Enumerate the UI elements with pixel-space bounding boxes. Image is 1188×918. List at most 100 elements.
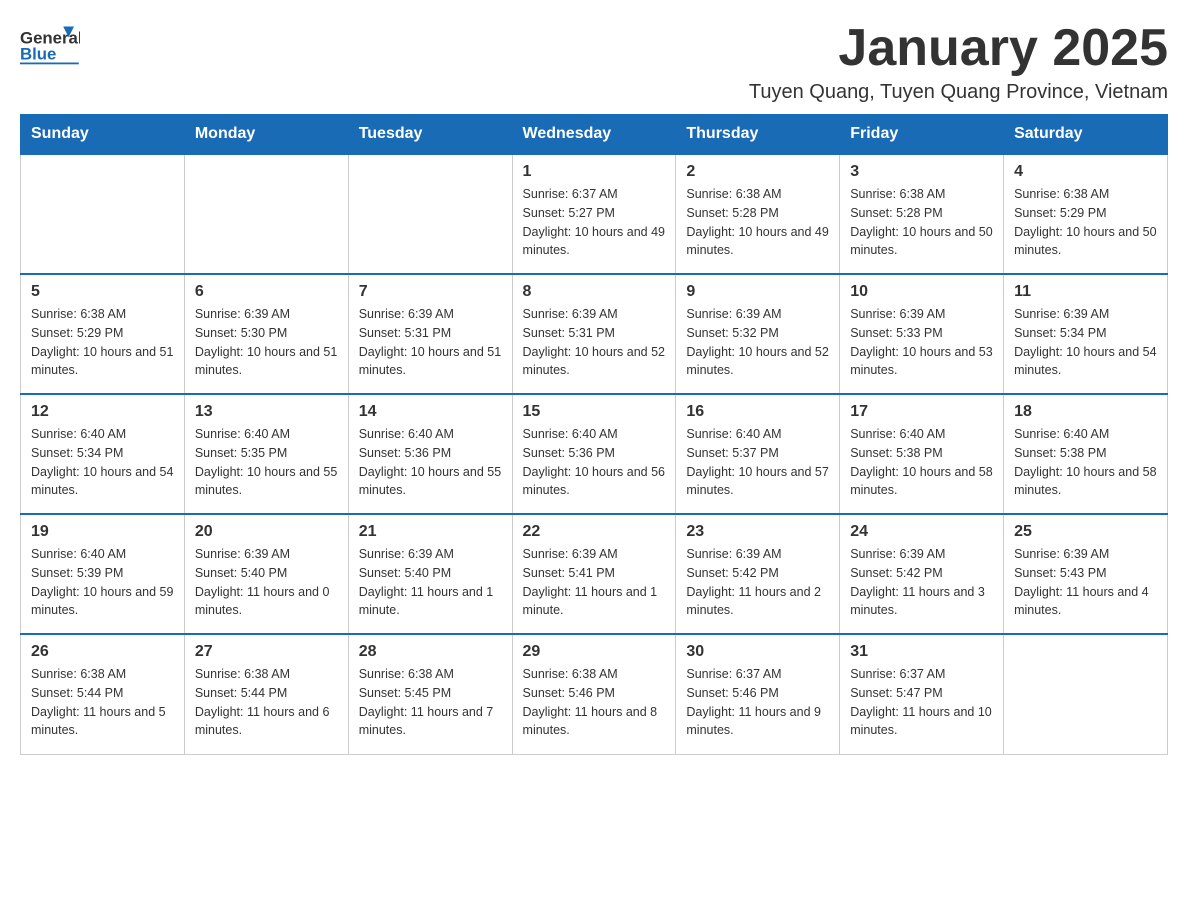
day-info: Sunrise: 6:39 AMSunset: 5:31 PMDaylight:… bbox=[359, 305, 502, 380]
day-number: 8 bbox=[523, 283, 666, 301]
calendar-cell: 29 Sunrise: 6:38 AMSunset: 5:46 PMDayligh… bbox=[512, 634, 676, 754]
day-info: Sunrise: 6:39 AMSunset: 5:31 PMDaylight:… bbox=[523, 305, 666, 380]
day-number: 29 bbox=[523, 643, 666, 661]
calendar-week-row: 5 Sunrise: 6:38 AMSunset: 5:29 PMDaylight… bbox=[21, 274, 1168, 394]
day-info: Sunrise: 6:38 AMSunset: 5:28 PMDaylight:… bbox=[686, 185, 829, 260]
day-number: 22 bbox=[523, 523, 666, 541]
day-info: Sunrise: 6:39 AMSunset: 5:41 PMDaylight:… bbox=[523, 545, 666, 620]
day-info: Sunrise: 6:40 AMSunset: 5:36 PMDaylight:… bbox=[359, 425, 502, 500]
calendar-week-row: 12 Sunrise: 6:40 AMSunset: 5:34 PMDayligh… bbox=[21, 394, 1168, 514]
day-number: 19 bbox=[31, 523, 174, 541]
calendar-cell: 7Sunrise: 6:39 AMSunset: 5:31 PMDaylight… bbox=[348, 274, 512, 394]
day-number: 1 bbox=[523, 163, 666, 181]
title-block: January 2025 Tuyen Quang, Tuyen Quang Pr… bbox=[749, 20, 1168, 104]
calendar-week-row: 19Sunrise: 6:40 AMSunset: 5:39 PMDayligh… bbox=[21, 514, 1168, 634]
day-number: 4 bbox=[1014, 163, 1157, 181]
page-header: General Blue January 2025 Tuyen Quang, T… bbox=[20, 20, 1168, 104]
day-info: Sunrise: 6:38 AMSunset: 5:29 PMDaylight:… bbox=[1014, 185, 1157, 260]
weekday-header-wednesday: Wednesday bbox=[512, 115, 676, 155]
day-number: 2 bbox=[686, 163, 829, 181]
day-number: 30 bbox=[686, 643, 829, 661]
day-info: Sunrise: 6:40 AMSunset: 5:34 PMDaylight:… bbox=[31, 425, 174, 500]
day-number: 16 bbox=[686, 403, 829, 421]
day-info: Sunrise: 6:40 AMSunset: 5:38 PMDaylight:… bbox=[850, 425, 993, 500]
weekday-header-thursday: Thursday bbox=[676, 115, 840, 155]
day-number: 3 bbox=[850, 163, 993, 181]
calendar-cell: 22 Sunrise: 6:39 AMSunset: 5:41 PMDayligh… bbox=[512, 514, 676, 634]
day-number: 25 bbox=[1014, 523, 1157, 541]
calendar-cell bbox=[348, 154, 512, 274]
day-number: 5 bbox=[31, 283, 174, 301]
calendar-header: SundayMondayTuesdayWednesdayThursdayFrid… bbox=[21, 115, 1168, 155]
calendar-cell bbox=[1004, 634, 1168, 754]
calendar-cell: 19Sunrise: 6:40 AMSunset: 5:39 PMDayligh… bbox=[21, 514, 185, 634]
day-info: Sunrise: 6:38 AMSunset: 5:45 PMDaylight:… bbox=[359, 665, 502, 740]
calendar-cell: 2 Sunrise: 6:38 AMSunset: 5:28 PMDaylight… bbox=[676, 154, 840, 274]
day-info: Sunrise: 6:40 AMSunset: 5:35 PMDaylight:… bbox=[195, 425, 338, 500]
calendar-cell: 9Sunrise: 6:39 AMSunset: 5:32 PMDaylight… bbox=[676, 274, 840, 394]
calendar-cell: 15 Sunrise: 6:40 AMSunset: 5:36 PMDayligh… bbox=[512, 394, 676, 514]
day-info: Sunrise: 6:38 AMSunset: 5:46 PMDaylight:… bbox=[523, 665, 666, 740]
day-number: 13 bbox=[195, 403, 338, 421]
day-info: Sunrise: 6:40 AMSunset: 5:38 PMDaylight:… bbox=[1014, 425, 1157, 500]
calendar-cell: 23Sunrise: 6:39 AMSunset: 5:42 PMDayligh… bbox=[676, 514, 840, 634]
calendar-body: 1Sunrise: 6:37 AMSunset: 5:27 PMDaylight… bbox=[21, 154, 1168, 754]
day-info: Sunrise: 6:37 AMSunset: 5:46 PMDaylight:… bbox=[686, 665, 829, 740]
day-info: Sunrise: 6:39 AMSunset: 5:30 PMDaylight:… bbox=[195, 305, 338, 380]
calendar-cell: 30 Sunrise: 6:37 AMSunset: 5:46 PMDayligh… bbox=[676, 634, 840, 754]
calendar-cell: 13 Sunrise: 6:40 AMSunset: 5:35 PMDayligh… bbox=[184, 394, 348, 514]
calendar-cell: 31Sunrise: 6:37 AMSunset: 5:47 PMDayligh… bbox=[840, 634, 1004, 754]
day-number: 14 bbox=[359, 403, 502, 421]
calendar-cell: 11 Sunrise: 6:39 AMSunset: 5:34 PMDayligh… bbox=[1004, 274, 1168, 394]
calendar-cell: 28Sunrise: 6:38 AMSunset: 5:45 PMDayligh… bbox=[348, 634, 512, 754]
calendar-cell: 18Sunrise: 6:40 AMSunset: 5:38 PMDayligh… bbox=[1004, 394, 1168, 514]
calendar-week-row: 1Sunrise: 6:37 AMSunset: 5:27 PMDaylight… bbox=[21, 154, 1168, 274]
day-number: 26 bbox=[31, 643, 174, 661]
calendar-cell: 6 Sunrise: 6:39 AMSunset: 5:30 PMDaylight… bbox=[184, 274, 348, 394]
main-title: January 2025 bbox=[749, 20, 1168, 77]
weekday-header-friday: Friday bbox=[840, 115, 1004, 155]
day-number: 24 bbox=[850, 523, 993, 541]
day-info: Sunrise: 6:39 AMSunset: 5:43 PMDaylight:… bbox=[1014, 545, 1157, 620]
logo: General Blue bbox=[20, 20, 80, 75]
day-number: 12 bbox=[31, 403, 174, 421]
calendar-week-row: 26 Sunrise: 6:38 AMSunset: 5:44 PMDayligh… bbox=[21, 634, 1168, 754]
day-info: Sunrise: 6:39 AMSunset: 5:33 PMDaylight:… bbox=[850, 305, 993, 380]
calendar-cell: 14 Sunrise: 6:40 AMSunset: 5:36 PMDayligh… bbox=[348, 394, 512, 514]
day-info: Sunrise: 6:38 AMSunset: 5:44 PMDaylight:… bbox=[31, 665, 174, 740]
day-info: Sunrise: 6:38 AMSunset: 5:44 PMDaylight:… bbox=[195, 665, 338, 740]
day-info: Sunrise: 6:39 AMSunset: 5:34 PMDaylight:… bbox=[1014, 305, 1157, 380]
day-info: Sunrise: 6:37 AMSunset: 5:47 PMDaylight:… bbox=[850, 665, 993, 740]
calendar-cell: 5 Sunrise: 6:38 AMSunset: 5:29 PMDaylight… bbox=[21, 274, 185, 394]
day-number: 21 bbox=[359, 523, 502, 541]
logo-icon: General Blue bbox=[20, 20, 80, 75]
day-info: Sunrise: 6:40 AMSunset: 5:36 PMDaylight:… bbox=[523, 425, 666, 500]
weekday-header-saturday: Saturday bbox=[1004, 115, 1168, 155]
calendar-cell: 3 Sunrise: 6:38 AMSunset: 5:28 PMDaylight… bbox=[840, 154, 1004, 274]
subtitle: Tuyen Quang, Tuyen Quang Province, Vietn… bbox=[749, 81, 1168, 104]
day-info: Sunrise: 6:39 AMSunset: 5:40 PMDaylight:… bbox=[195, 545, 338, 620]
day-number: 11 bbox=[1014, 283, 1157, 301]
calendar-cell: 1Sunrise: 6:37 AMSunset: 5:27 PMDaylight… bbox=[512, 154, 676, 274]
day-number: 6 bbox=[195, 283, 338, 301]
calendar-cell: 17 Sunrise: 6:40 AMSunset: 5:38 PMDayligh… bbox=[840, 394, 1004, 514]
day-number: 15 bbox=[523, 403, 666, 421]
day-info: Sunrise: 6:39 AMSunset: 5:42 PMDaylight:… bbox=[850, 545, 993, 620]
calendar-cell: 25 Sunrise: 6:39 AMSunset: 5:43 PMDayligh… bbox=[1004, 514, 1168, 634]
day-info: Sunrise: 6:40 AMSunset: 5:37 PMDaylight:… bbox=[686, 425, 829, 500]
calendar-cell: 24 Sunrise: 6:39 AMSunset: 5:42 PMDayligh… bbox=[840, 514, 1004, 634]
calendar-cell bbox=[184, 154, 348, 274]
day-number: 17 bbox=[850, 403, 993, 421]
calendar-cell: 4 Sunrise: 6:38 AMSunset: 5:29 PMDaylight… bbox=[1004, 154, 1168, 274]
day-number: 27 bbox=[195, 643, 338, 661]
day-info: Sunrise: 6:39 AMSunset: 5:42 PMDaylight:… bbox=[686, 545, 829, 620]
calendar-cell: 10 Sunrise: 6:39 AMSunset: 5:33 PMDayligh… bbox=[840, 274, 1004, 394]
day-number: 10 bbox=[850, 283, 993, 301]
svg-text:Blue: Blue bbox=[20, 45, 56, 64]
day-number: 20 bbox=[195, 523, 338, 541]
day-info: Sunrise: 6:39 AMSunset: 5:32 PMDaylight:… bbox=[686, 305, 829, 380]
day-info: Sunrise: 6:38 AMSunset: 5:29 PMDaylight:… bbox=[31, 305, 174, 380]
day-info: Sunrise: 6:38 AMSunset: 5:28 PMDaylight:… bbox=[850, 185, 993, 260]
calendar-cell bbox=[21, 154, 185, 274]
day-info: Sunrise: 6:39 AMSunset: 5:40 PMDaylight:… bbox=[359, 545, 502, 620]
